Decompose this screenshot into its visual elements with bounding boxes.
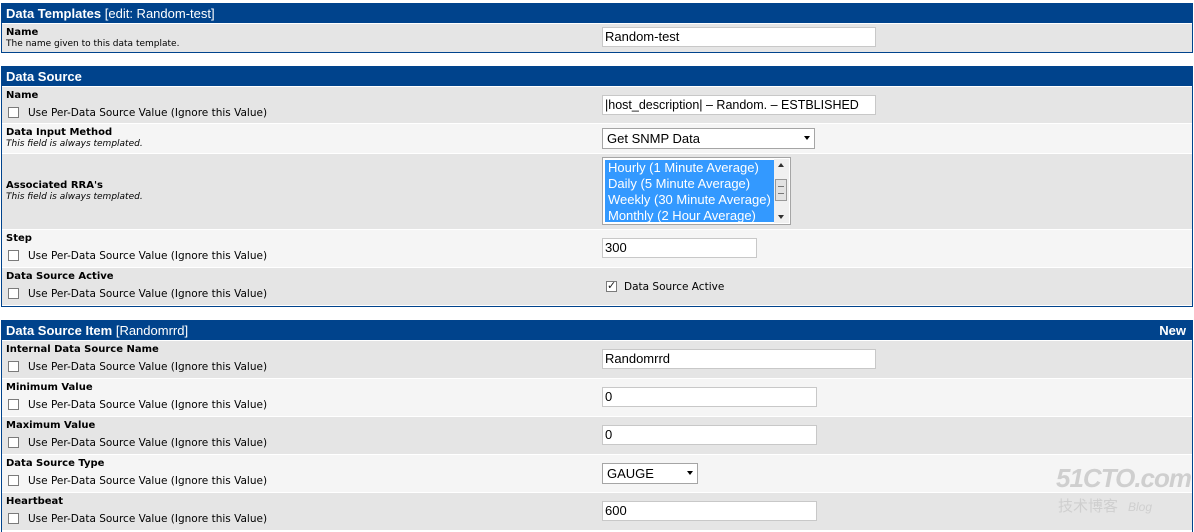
checkbox-label: Data Source Active <box>624 281 725 293</box>
ds-active-checkbox[interactable] <box>606 279 617 293</box>
per-source-option[interactable]: Use Per-Data Source Value (Ignore this V… <box>8 287 267 301</box>
new-link[interactable]: New <box>1159 321 1186 340</box>
field-description: This field is always templated. <box>6 139 143 149</box>
data-templates-panel: Data Templates [edit: Random-test] Name … <box>1 3 1193 53</box>
per-source-checkbox[interactable] <box>8 106 19 118</box>
per-source-option[interactable]: Use Per-Data Source Value (Ignore this V… <box>8 512 267 526</box>
field-label: Minimum Value <box>6 382 93 393</box>
per-source-checkbox[interactable] <box>8 249 19 261</box>
selected-value: GAUGE <box>607 466 654 481</box>
field-label: Name <box>6 90 39 101</box>
max-value-input[interactable]: 0 <box>602 425 817 445</box>
data-templates-header: Data Templates [edit: Random-test] <box>2 4 1192 23</box>
field-label: Data Source Type <box>6 458 105 469</box>
chevron-down-icon <box>687 471 693 475</box>
watermark-sub-text: 技术博客 <box>1058 498 1119 515</box>
field-description: This field is always templated. <box>6 192 143 202</box>
input-method-row: Data Input Method This field is always t… <box>2 123 1192 153</box>
heartbeat-input[interactable]: 600 <box>602 501 817 521</box>
field-label: Data Source Active <box>6 271 114 282</box>
max-value-row: Maximum Value Use Per-Data Source Value … <box>2 416 1192 454</box>
field-label: Data Input Method <box>6 127 113 138</box>
ds-name-input[interactable]: |host_description| – Random. – ESTBLISHE… <box>602 95 876 115</box>
per-source-checkbox[interactable] <box>8 474 19 486</box>
per-source-option[interactable]: Use Per-Data Source Value (Ignore this V… <box>8 360 267 374</box>
checkbox-label: Use Per-Data Source Value (Ignore this V… <box>28 437 268 449</box>
data-source-panel: Data Source Name Use Per-Data Source Val… <box>1 66 1193 307</box>
per-source-checkbox[interactable] <box>8 287 19 299</box>
field-description: The name given to this data template. <box>6 39 180 49</box>
field-label: Internal Data Source Name <box>6 344 159 355</box>
panel-title-suffix: [Randomrrd] <box>115 323 189 338</box>
checkbox-label: Use Per-Data Source Value (Ignore this V… <box>28 513 268 525</box>
scroll-down-icon[interactable] <box>778 215 784 219</box>
watermark-brand: 51CTO.com <box>1056 463 1192 493</box>
checkbox-label: Use Per-Data Source Value (Ignore this V… <box>28 399 268 411</box>
scroll-thumb[interactable] <box>775 179 787 201</box>
per-source-option[interactable]: Use Per-Data Source Value (Ignore this V… <box>8 436 267 450</box>
data-source-header: Data Source <box>2 67 1192 86</box>
data-source-item-header: Data Source Item [Randomrrd] New <box>2 321 1192 340</box>
watermark: 51CTO.com 技术博客 Blog <box>1056 463 1192 515</box>
rra-listbox[interactable]: Hourly (1 Minute Average) Daily (5 Minut… <box>602 157 791 225</box>
ds-active-row: Data Source Active Use Per-Data Source V… <box>2 267 1192 305</box>
field-label: Associated RRA's <box>6 180 103 191</box>
step-input[interactable]: 300 <box>602 238 757 258</box>
panel-title-suffix: [edit: Random-test] <box>104 6 215 21</box>
per-source-option[interactable]: Use Per-Data Source Value (Ignore this V… <box>8 398 267 412</box>
per-source-checkbox[interactable] <box>8 398 19 410</box>
rra-option[interactable]: Daily (5 Minute Average) <box>605 176 774 192</box>
per-source-option[interactable]: Use Per-Data Source Value (Ignore this V… <box>8 106 267 120</box>
checkbox-label: Use Per-Data Source Value (Ignore this V… <box>28 361 268 373</box>
ds-active-option[interactable]: Data Source Active <box>606 279 725 294</box>
checkbox-label: Use Per-Data Source Value (Ignore this V… <box>28 288 268 300</box>
template-name-row: Name The name given to this data templat… <box>2 23 1192 52</box>
per-source-checkbox[interactable] <box>8 512 19 524</box>
input-method-select[interactable]: Get SNMP Data <box>602 128 815 149</box>
checkbox-label: Use Per-Data Source Value (Ignore this V… <box>28 107 268 119</box>
chevron-down-icon <box>804 136 810 140</box>
checkbox-label: Use Per-Data Source Value (Ignore this V… <box>28 475 268 487</box>
field-label: Maximum Value <box>6 420 96 431</box>
step-row: Step Use Per-Data Source Value (Ignore t… <box>2 229 1192 267</box>
rra-option[interactable]: Weekly (30 Minute Average) <box>605 192 774 208</box>
rra-row: Associated RRA's This field is always te… <box>2 153 1192 229</box>
per-source-option[interactable]: Use Per-Data Source Value (Ignore this V… <box>8 474 267 488</box>
internal-name-row: Internal Data Source Name Use Per-Data S… <box>2 340 1192 378</box>
internal-name-input[interactable]: Randomrrd <box>602 349 876 369</box>
scroll-up-icon[interactable] <box>778 163 784 167</box>
selected-value: Get SNMP Data <box>607 131 700 146</box>
data-source-item-panel: Data Source Item [Randomrrd] New Interna… <box>1 320 1193 532</box>
per-source-checkbox[interactable] <box>8 360 19 372</box>
ds-type-select[interactable]: GAUGE <box>602 463 698 484</box>
panel-title: Data Source Item <box>6 323 113 338</box>
field-label: Heartbeat <box>6 496 64 507</box>
per-source-checkbox[interactable] <box>8 436 19 448</box>
rra-option[interactable]: Hourly (1 Minute Average) <box>605 160 774 176</box>
field-label: Step <box>6 233 32 244</box>
watermark-blog: Blog <box>1128 500 1153 514</box>
ds-type-row: Data Source Type Use Per-Data Source Val… <box>2 454 1192 492</box>
ds-name-row: Name Use Per-Data Source Value (Ignore t… <box>2 86 1192 123</box>
panel-title: Data Source <box>6 69 82 84</box>
rra-option[interactable]: Monthly (2 Hour Average) <box>605 208 774 222</box>
min-value-row: Minimum Value Use Per-Data Source Value … <box>2 378 1192 416</box>
per-source-option[interactable]: Use Per-Data Source Value (Ignore this V… <box>8 249 267 263</box>
heartbeat-row: Heartbeat Use Per-Data Source Value (Ign… <box>2 492 1192 530</box>
min-value-input[interactable]: 0 <box>602 387 817 407</box>
listbox-scrollbar[interactable] <box>774 159 789 223</box>
template-name-input[interactable]: Random-test <box>602 27 876 47</box>
field-label: Name <box>6 27 39 38</box>
watermark-sub: 技术博客 Blog <box>1058 495 1152 516</box>
panel-title: Data Templates <box>6 6 102 21</box>
checkbox-label: Use Per-Data Source Value (Ignore this V… <box>28 250 268 262</box>
